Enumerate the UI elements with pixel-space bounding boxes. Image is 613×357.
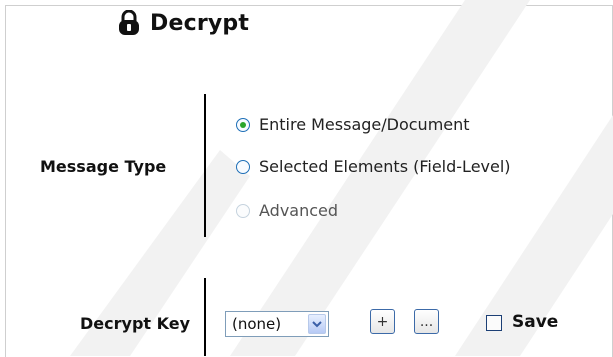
decrypt-panel	[5, 5, 613, 357]
radio-label: Entire Message/Document	[259, 115, 470, 134]
save-checkbox[interactable]	[486, 315, 502, 331]
add-key-button[interactable]: +	[370, 309, 395, 334]
radio-button[interactable]	[236, 159, 250, 174]
radio-advanced: Advanced	[236, 201, 338, 220]
radio-selected-dot	[240, 121, 246, 128]
decrypt-key-select[interactable]: (none)	[225, 311, 329, 337]
decrypt-key-label: Decrypt Key	[80, 314, 191, 333]
radio-button	[236, 203, 250, 218]
radio-entire-message[interactable]: Entire Message/Document	[236, 115, 470, 134]
save-label: Save	[512, 312, 559, 332]
title-text: Decrypt	[150, 10, 250, 36]
select-value: (none)	[232, 315, 282, 333]
section-divider	[204, 94, 206, 237]
page-title: Decrypt	[118, 10, 249, 36]
radio-label: Advanced	[259, 201, 339, 220]
radio-label: Selected Elements (Field-Level)	[259, 157, 511, 176]
radio-selected-elements[interactable]: Selected Elements (Field-Level)	[236, 157, 511, 176]
lock-icon	[119, 10, 139, 35]
radio-button[interactable]	[236, 117, 250, 132]
browse-key-button[interactable]: ...	[414, 309, 439, 334]
message-type-label: Message Type	[40, 157, 167, 176]
section-divider	[204, 278, 206, 356]
chevron-down-icon[interactable]	[308, 314, 326, 334]
